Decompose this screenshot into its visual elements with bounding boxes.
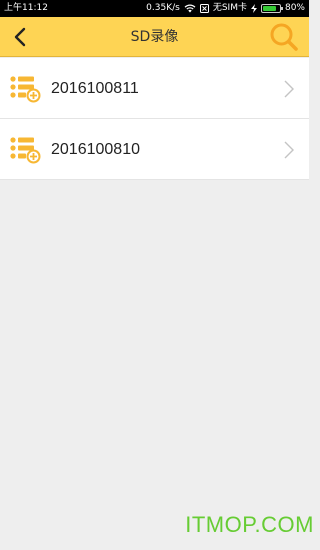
list-item[interactable]: 2016100810: [0, 119, 309, 180]
add-list-icon: [10, 76, 41, 103]
page-title: SD录像: [130, 29, 179, 45]
app-header: SD录像: [0, 17, 309, 57]
battery-tip: [280, 7, 283, 10]
search-icon: [270, 23, 298, 51]
record-label: 2016100811: [51, 80, 139, 97]
sim-status: 无SIM卡: [212, 3, 247, 13]
chevron-left-icon: [14, 27, 26, 47]
battery-icon: [260, 4, 283, 13]
chevron-right-icon: [284, 80, 294, 98]
network-speed: 0.35K/s: [146, 3, 180, 13]
watermark: ITMOP.COM: [185, 512, 314, 537]
battery-percent: 80%: [284, 3, 305, 13]
search-button[interactable]: [267, 20, 301, 54]
charging-icon: [250, 4, 257, 13]
add-list-icon: [10, 137, 41, 164]
status-time: 上午11:12: [4, 3, 48, 13]
record-list: 2016100811 2016100810: [0, 58, 309, 180]
record-label: 2016100810: [51, 141, 140, 158]
wifi-icon: [184, 4, 196, 13]
battery-fill: [262, 6, 276, 11]
no-sim-icon: [199, 4, 209, 13]
list-item[interactable]: 2016100811: [0, 58, 309, 119]
back-button[interactable]: [6, 23, 34, 51]
status-bar: 上午11:12 0.35K/s 无SIM卡 80%: [0, 0, 309, 17]
status-indicators: 0.35K/s 无SIM卡 80%: [146, 0, 305, 17]
chevron-right-icon: [284, 141, 294, 159]
